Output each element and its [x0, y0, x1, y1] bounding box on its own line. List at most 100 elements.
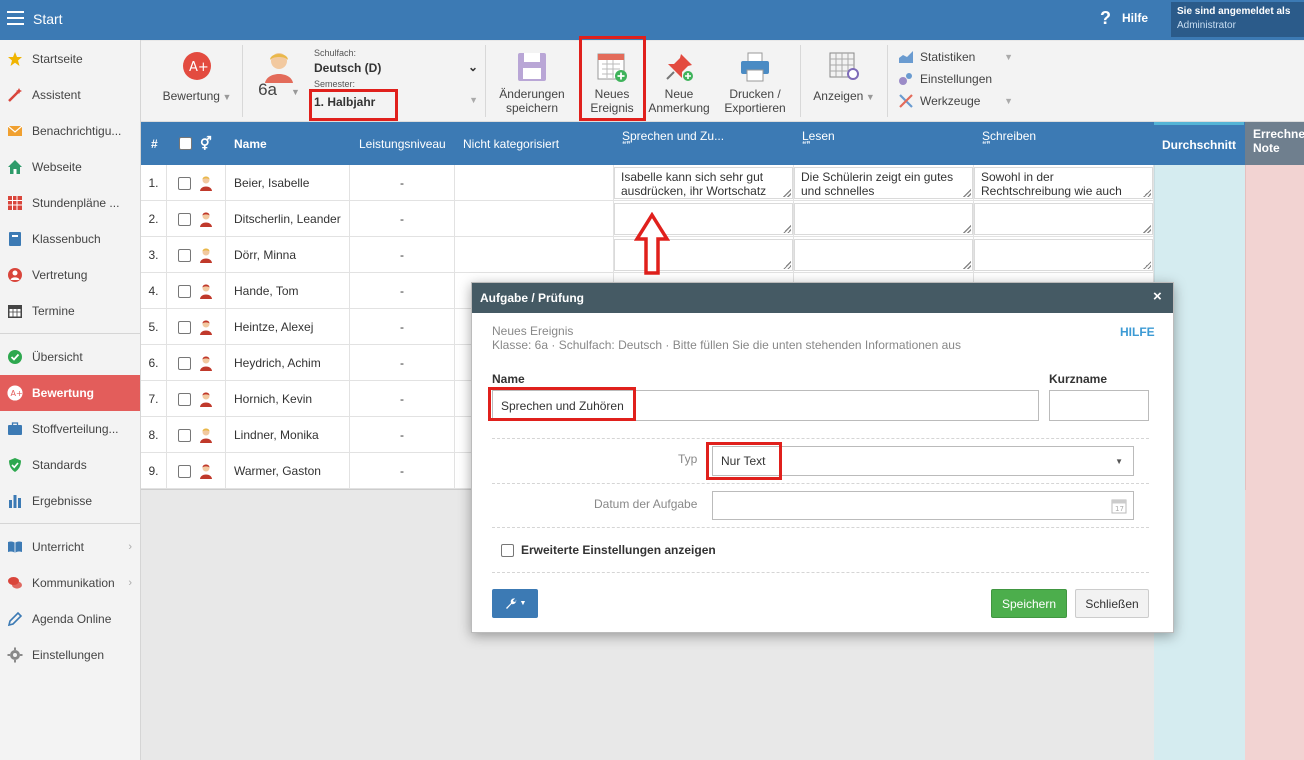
sidebar-item-unterricht[interactable]: Unterricht › — [0, 529, 140, 565]
level-value[interactable]: - — [350, 165, 455, 201]
new-note-button[interactable]: Neue Anmerkung — [647, 51, 711, 115]
resize-handle[interactable] — [783, 189, 791, 197]
student-name[interactable]: Ditscherlin, Leander — [226, 201, 350, 237]
uncategorized-cell[interactable] — [455, 201, 614, 237]
row-checkbox[interactable] — [178, 284, 191, 298]
help-link[interactable]: Hilfe — [1122, 11, 1148, 25]
sidebar-item-stundenplaene[interactable]: Stundenpläne ... — [0, 185, 140, 221]
resize-handle[interactable] — [1143, 225, 1151, 233]
student-name[interactable]: Lindner, Monika — [226, 417, 350, 453]
student-name[interactable]: Heintze, Alexej — [226, 309, 350, 345]
reading-textarea[interactable]: Die Schülerin zeigt ein gutes und schnel… — [794, 167, 973, 199]
resize-handle[interactable] — [963, 225, 971, 233]
level-value[interactable]: - — [350, 345, 455, 381]
row-checkbox[interactable] — [178, 392, 191, 406]
save-button[interactable]: Speichern — [991, 589, 1067, 618]
resize-handle[interactable] — [963, 189, 971, 197]
row-select-cell[interactable] — [167, 453, 226, 489]
dialog-help-link[interactable]: HILFE — [1120, 325, 1155, 339]
header-select-all[interactable] — [179, 122, 195, 165]
tools-dropdown-button[interactable]: ▼ — [492, 589, 538, 618]
level-value[interactable]: - — [350, 381, 455, 417]
uncategorized-cell[interactable] — [455, 237, 614, 273]
table-row[interactable]: 1. Beier, Isabelle - Isabelle kann sich seh… — [141, 165, 1304, 201]
level-value[interactable]: - — [350, 417, 455, 453]
resize-handle[interactable] — [783, 261, 791, 269]
short-name-input[interactable] — [1049, 390, 1149, 421]
close-button[interactable]: Schließen — [1075, 589, 1149, 618]
row-select-cell[interactable] — [167, 381, 226, 417]
header-writing[interactable]: Schreiben ❝❞ — [982, 114, 1152, 157]
table-row[interactable]: 2. Ditscherlin, Leander - — [141, 201, 1304, 237]
select-all-checkbox[interactable] — [179, 137, 192, 150]
sidebar-item-standards[interactable]: Standards — [0, 447, 140, 483]
sidebar-item-stoffverteilung[interactable]: Stoffverteilung... — [0, 411, 140, 447]
row-select-cell[interactable] — [167, 165, 226, 201]
sidebar-item-vertretung[interactable]: Vertretung — [0, 257, 140, 293]
resize-handle[interactable] — [783, 225, 791, 233]
student-name[interactable]: Heydrich, Achim — [226, 345, 350, 381]
class-selector[interactable]: 6a ▼ — [249, 49, 309, 99]
bewertung-menu[interactable]: A+ Bewertung ▼ — [159, 51, 235, 104]
sidebar-item-ergebnisse[interactable]: Ergebnisse — [0, 483, 140, 519]
menu-icon[interactable] — [7, 11, 24, 25]
row-checkbox[interactable] — [178, 320, 191, 334]
sidebar-item-uebersicht[interactable]: Übersicht — [0, 339, 140, 375]
display-menu[interactable]: Anzeigen ▼ — [807, 51, 881, 104]
writing-textarea[interactable]: Sowohl in der Rechtschreibung wie auch — [974, 167, 1153, 199]
header-speaking[interactable]: Sprechen und Zu... ❝❞ — [622, 114, 792, 157]
row-checkbox[interactable] — [178, 176, 191, 190]
advanced-settings-toggle[interactable]: Erweiterte Einstellungen anzeigen — [501, 543, 716, 557]
calendar-icon[interactable]: 17 — [1111, 498, 1127, 514]
reading-textarea[interactable] — [794, 203, 973, 235]
reading-textarea[interactable] — [794, 239, 973, 271]
sidebar-item-webseite[interactable]: Webseite — [0, 149, 140, 185]
table-row[interactable]: 3. Dörr, Minna - — [141, 237, 1304, 273]
student-name[interactable]: Dörr, Minna — [226, 237, 350, 273]
row-checkbox[interactable] — [178, 356, 191, 370]
row-select-cell[interactable] — [167, 201, 226, 237]
sidebar-item-agenda-online[interactable]: Agenda Online — [0, 601, 140, 637]
sidebar-item-einstellungen[interactable]: Einstellungen — [0, 637, 140, 673]
close-icon[interactable]: × — [1153, 288, 1162, 305]
student-name[interactable]: Hornich, Kevin — [226, 381, 350, 417]
level-value[interactable]: - — [350, 273, 455, 309]
sidebar-item-benachrichtigungen[interactable]: Benachrichtigu... — [0, 113, 140, 149]
row-select-cell[interactable] — [167, 273, 226, 309]
level-value[interactable]: - — [350, 309, 455, 345]
sidebar-item-termine[interactable]: Termine — [0, 293, 140, 329]
row-select-cell[interactable] — [167, 345, 226, 381]
row-checkbox[interactable] — [178, 212, 191, 226]
row-select-cell[interactable] — [167, 309, 226, 345]
header-name[interactable]: Name — [234, 122, 334, 165]
resize-handle[interactable] — [1143, 189, 1151, 197]
student-name[interactable]: Hande, Tom — [226, 273, 350, 309]
settings-menu[interactable]: Einstellungen — [898, 71, 1013, 87]
row-checkbox[interactable] — [178, 248, 191, 262]
row-checkbox[interactable] — [178, 464, 191, 478]
help-icon[interactable]: ? — [1100, 8, 1111, 29]
row-select-cell[interactable] — [167, 237, 226, 273]
speaking-textarea[interactable]: Isabelle kann sich sehr gut ausdrücken, … — [614, 167, 793, 199]
app-title[interactable]: Start — [33, 11, 63, 27]
writing-textarea[interactable] — [974, 203, 1153, 235]
header-level[interactable]: Leistungsniveau — [359, 122, 459, 165]
level-value[interactable]: - — [350, 201, 455, 237]
user-box[interactable]: Sie sind angemeldet als Administrator — [1171, 2, 1304, 37]
header-uncategorized[interactable]: Nicht kategorisiert — [463, 122, 613, 165]
header-reading[interactable]: Lesen ❝❞ — [802, 114, 972, 157]
print-export-button[interactable]: Drucken / Exportieren — [717, 51, 793, 115]
sidebar-item-assistent[interactable]: Assistent — [0, 77, 140, 113]
statistics-menu[interactable]: Statistiken ▼ — [898, 49, 1013, 65]
save-changes-button[interactable]: Änderungen speichern — [491, 51, 573, 115]
sidebar-item-kommunikation[interactable]: Kommunikation › — [0, 565, 140, 601]
level-value[interactable]: - — [350, 453, 455, 489]
header-grade[interactable]: Errechne Note — [1245, 122, 1304, 165]
level-value[interactable]: - — [350, 237, 455, 273]
sidebar-item-startseite[interactable]: Startseite — [0, 41, 140, 77]
row-select-cell[interactable] — [167, 417, 226, 453]
header-average[interactable]: Durchschnitt — [1154, 122, 1244, 165]
row-checkbox[interactable] — [178, 428, 191, 442]
writing-textarea[interactable] — [974, 239, 1153, 271]
date-input[interactable]: 17 — [712, 491, 1134, 520]
